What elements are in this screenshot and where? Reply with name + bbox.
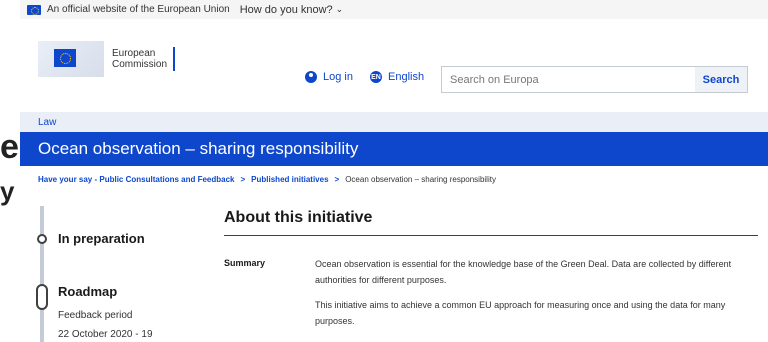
search-button[interactable]: Search [695, 67, 747, 92]
breadcrumb-current: Ocean observation – sharing responsibili… [345, 174, 496, 184]
timeline-feedback-period-label: Feedback period [58, 310, 133, 321]
how-do-you-know-label: How do you know? [239, 3, 333, 16]
user-icon [305, 71, 317, 83]
breadcrumb-separator-icon: > [334, 174, 340, 184]
language-code-badge: EN [370, 71, 382, 83]
breadcrumb-link-have-your-say[interactable]: Have your say - Public Consultations and… [38, 175, 235, 184]
timeline-track [40, 206, 44, 342]
how-do-you-know-toggle[interactable]: How do you know? ⌄ [240, 4, 344, 16]
eu-flag-icon [27, 4, 41, 15]
european-commission-logo[interactable]: European Commission [38, 41, 176, 77]
language-label: English [388, 71, 425, 83]
ec-logo-text: European Commission [112, 48, 167, 70]
background-page-edge: e y [0, 0, 20, 342]
background-glyph: e [0, 128, 19, 166]
login-link[interactable]: Log in [305, 71, 353, 83]
timeline-stage-marker-icon [37, 234, 47, 244]
eu-official-banner: An official website of the European Unio… [20, 0, 768, 19]
initiative-timeline: In preparation Roadmap Feedback period 2… [32, 206, 212, 342]
browser-viewport: e y An official website of the European … [0, 0, 768, 342]
language-selector[interactable]: EN English [370, 71, 424, 83]
ec-logo-flag-icon [38, 41, 104, 77]
breadcrumb: Have your say - Public Consultations and… [20, 166, 768, 192]
logo-divider [173, 47, 176, 71]
timeline-active-stage-marker-icon [36, 284, 48, 310]
summary-paragraph: Ocean observation is essential for the k… [315, 259, 732, 285]
section-bar: Law [20, 112, 768, 132]
logo-text-line: Commission [112, 59, 168, 70]
search-form: Search [441, 66, 748, 93]
summary-paragraph: This initiative aims to achieve a common… [315, 300, 726, 326]
summary-label: Summary [224, 258, 266, 268]
page-title: Ocean observation – sharing responsibili… [38, 139, 359, 158]
breadcrumb-link-published-initiatives[interactable]: Published initiatives [251, 175, 328, 184]
timeline-stage-in-preparation: In preparation [58, 231, 145, 246]
chevron-down-icon: ⌄ [335, 4, 344, 14]
search-input[interactable] [442, 67, 695, 92]
section-link-law[interactable]: Law [38, 117, 56, 128]
official-website-text: An official website of the European Unio… [47, 4, 230, 15]
page-title-bar: Ocean observation – sharing responsibili… [20, 132, 768, 166]
breadcrumb-separator-icon: > [240, 174, 246, 184]
timeline-stage-roadmap: Roadmap [58, 284, 118, 299]
timeline-feedback-dates: 22 October 2020 - 19 [58, 329, 153, 340]
logo-text-line: European [112, 48, 156, 59]
site-header: European Commission Log in EN English Se… [20, 19, 768, 94]
login-label: Log in [323, 71, 353, 83]
background-glyph: y [0, 176, 15, 206]
about-heading: About this initiative [224, 209, 758, 236]
main-page: An official website of the European Unio… [20, 0, 768, 342]
